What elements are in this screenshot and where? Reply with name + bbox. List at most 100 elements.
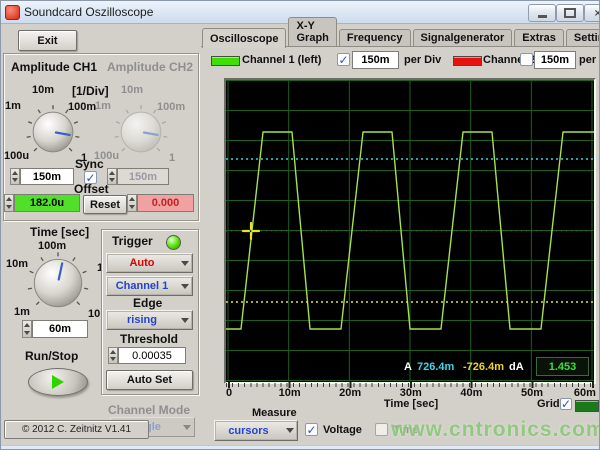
offset-ch1-spinner[interactable]: 182.0u (4, 194, 80, 212)
knob-tick (157, 148, 160, 151)
tab-settings[interactable]: Settings (566, 29, 600, 47)
x-tick-label: 0 (226, 387, 232, 399)
scope-canvas[interactable] (226, 80, 594, 386)
knob-label: 100u (94, 150, 119, 162)
trigger-source-dropdown[interactable]: Channel 1 (106, 276, 193, 296)
channel1-color-swatch (211, 56, 240, 66)
grid-checkbox[interactable] (560, 398, 572, 410)
chevron-down-icon[interactable] (177, 277, 192, 295)
tab-extras[interactable]: Extras (514, 29, 564, 47)
minimize-icon (538, 15, 547, 18)
time-knob[interactable] (21, 246, 95, 325)
readout-da-box: 1.453 (536, 357, 589, 376)
tab-x-y-graph[interactable]: X-Y Graph (288, 17, 336, 47)
knob-tick (28, 288, 32, 289)
knob-label: 1m (5, 100, 21, 112)
app-window: Soundcard Oszilloscope × Exit Amplitude … (0, 0, 600, 450)
minimize-button[interactable] (528, 4, 556, 22)
channel-mode-label: Channel Mode (108, 403, 190, 417)
amplitude-ch2-value-field: 150m (117, 168, 169, 185)
knob-tick (36, 302, 39, 305)
time-checkbox[interactable] (375, 423, 388, 436)
knob-tick (84, 288, 88, 289)
measure-mode-value: cursors (215, 425, 282, 437)
time-value-field[interactable]: 60m (32, 320, 88, 338)
knob-label: 100m (38, 240, 66, 252)
copyright-label: © 2012 C. Zeitnitz V1.41 (4, 420, 149, 439)
readout-da-label: dA (509, 361, 524, 373)
offset-ch2-spinner: 0.000 (127, 194, 194, 212)
maximize-button[interactable] (556, 4, 584, 22)
spinner-arrows[interactable] (22, 320, 32, 338)
knob-tick (34, 148, 37, 151)
readout-cursor-b-value: -726.4m (463, 361, 504, 373)
edge-dropdown[interactable]: rising (106, 310, 193, 330)
knob-label: 10m (121, 84, 143, 96)
channel1-perdiv-field[interactable]: 150m (352, 51, 399, 69)
chevron-down-icon[interactable] (282, 421, 297, 440)
amplitude-ch2-title: Amplitude CH2 (107, 60, 193, 74)
offset-ch1-field[interactable]: 182.0u (14, 194, 80, 212)
offset-ch2-field: 0.000 (137, 194, 194, 212)
tab-oscilloscope[interactable]: Oscilloscope (202, 28, 286, 48)
tab-bar: OscilloscopeX-Y GraphFrequencySignalgene… (202, 28, 600, 47)
knob-body (121, 112, 161, 152)
voltage-label: Voltage (323, 424, 362, 436)
channel2-enable-checkbox[interactable] (520, 53, 533, 66)
knob-label: 100m (68, 101, 96, 113)
knob-tick (154, 110, 156, 113)
knob-label: 10m (6, 258, 28, 270)
knob-tick (115, 136, 119, 137)
chevron-down-icon (179, 418, 194, 436)
threshold-value-field[interactable]: 0.00035 (118, 347, 186, 364)
knob-label: 1m (95, 100, 111, 112)
run-stop-label: Run/Stop (25, 349, 78, 363)
threshold-spinner[interactable]: 0.00035 (108, 347, 186, 364)
spinner-arrows[interactable] (4, 194, 14, 212)
readout-a-label: A (404, 361, 412, 373)
knob-tick (27, 136, 31, 137)
knob-tick (74, 122, 78, 124)
channel2-perdiv-field[interactable]: 150m (534, 51, 576, 69)
tab-frequency[interactable]: Frequency (339, 29, 411, 47)
voltage-checkbox[interactable] (305, 423, 318, 436)
knob-tick (38, 110, 40, 113)
close-button[interactable]: × (584, 4, 600, 22)
amplitude-ch1-spinner[interactable]: 150m (10, 168, 74, 185)
readout-cursor-a-value: 726.4m (417, 361, 454, 373)
x-tick-label: 10m (279, 387, 301, 399)
knob-label: 10 (88, 308, 100, 320)
chevron-down-icon[interactable] (177, 311, 192, 329)
channel1-enable-checkbox[interactable] (337, 53, 350, 66)
knob-label: 100u (4, 150, 29, 162)
measure-label: Measure (252, 407, 297, 419)
channel2-color-swatch (453, 56, 482, 66)
spinner-arrows[interactable] (108, 347, 118, 364)
grid-color-swatch[interactable] (575, 400, 599, 412)
watermark: www.cntronics.com (391, 418, 600, 442)
channel1-label: Channel 1 (left) (242, 54, 321, 66)
exit-button[interactable]: Exit (18, 30, 77, 51)
auto-set-button[interactable]: Auto Set (106, 370, 193, 390)
knob-body (33, 112, 73, 152)
reset-button[interactable]: Reset (83, 195, 127, 214)
amplitude-unit-label: [1/Div] (72, 84, 109, 98)
knob-tick (75, 136, 79, 137)
scope-display[interactable]: A 726.4m -726.4m dA 1.453 (224, 78, 596, 384)
run-stop-button[interactable] (28, 368, 88, 396)
trigger-mode-dropdown[interactable]: Auto (106, 253, 193, 273)
amplitude-ch2-spinner: 150m (107, 168, 169, 185)
tab-signalgenerator[interactable]: Signalgenerator (413, 29, 513, 47)
chevron-down-icon[interactable] (177, 254, 192, 272)
trigger-source-value: Channel 1 (107, 280, 177, 292)
measure-mode-dropdown[interactable]: cursors (214, 420, 298, 441)
knob-label: 1 (169, 152, 175, 164)
spinner-arrows[interactable] (10, 168, 20, 185)
knob-tick (163, 136, 167, 137)
time-spinner[interactable]: 60m (22, 320, 88, 338)
amplitude-ch1-value-field[interactable]: 150m (20, 168, 74, 185)
maximize-icon (564, 8, 576, 18)
knob-label: 10m (32, 84, 54, 96)
time-title: Time [sec] (30, 225, 89, 239)
knob-tick (28, 122, 32, 124)
